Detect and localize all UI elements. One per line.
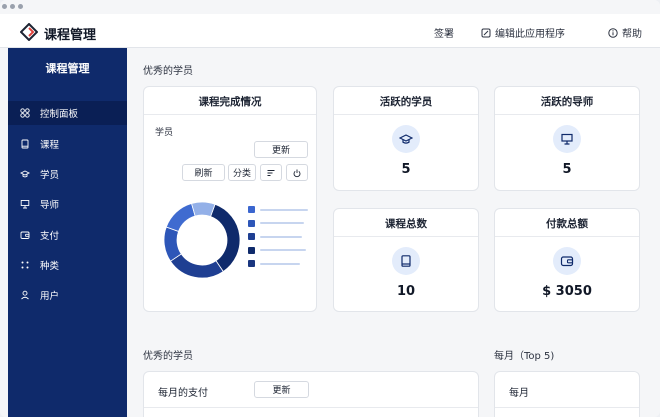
legend-line — [260, 235, 302, 238]
sidebar-item-label: 种类 — [40, 261, 60, 272]
sidebar-title: 课程管理 — [45, 62, 90, 75]
completion-donut-chart — [163, 201, 241, 279]
sidebar: 课程管理 控制面板 课程 学员 导师 支付 种类 用户 — [8, 48, 127, 417]
book-icon — [21, 139, 29, 149]
legend-line — [260, 208, 308, 211]
total-courses-value: 10 — [396, 284, 416, 299]
app-window: 课程管理 签署 编辑此应用程序 帮助 课程管理 控制面板 课程 学员 导师 支付… — [0, 0, 660, 417]
active-students-title: 活跃的学员 — [379, 96, 433, 108]
window-dot-icon[interactable] — [18, 4, 23, 9]
total-payment-title: 付款总额 — [546, 218, 588, 230]
student-stat-icon — [392, 125, 420, 153]
category-dots-icon — [21, 261, 29, 269]
help-label: 帮助 — [622, 29, 642, 40]
user-icon — [21, 290, 29, 300]
donut-slice — [169, 253, 224, 279]
refresh-button[interactable]: 刷新 — [182, 164, 225, 181]
window-dot-icon[interactable] — [2, 4, 7, 9]
wallet-icon — [20, 231, 30, 239]
card-divider — [495, 114, 639, 115]
edit-app-label: 编辑此应用程序 — [495, 29, 565, 40]
legend-swatch — [248, 260, 255, 267]
legend-line — [260, 262, 300, 265]
active-mentors-value: 5 — [562, 162, 572, 177]
sidebar-item-label: 用户 — [40, 291, 60, 302]
total-payment-card: 付款总额 $ 3050 — [494, 208, 640, 312]
sidebar-item-mentors[interactable]: 导师 — [8, 192, 127, 216]
sidebar-item-label: 控制面板 — [40, 109, 79, 120]
card-divider — [495, 407, 639, 408]
total-payment-value: $ 3050 — [542, 284, 592, 299]
active-mentors-card: 活跃的导师 5 — [494, 86, 640, 191]
monthly-card: 每月 — [494, 371, 640, 417]
active-students-value: 5 — [401, 162, 411, 177]
edit-app-link[interactable]: 编辑此应用程序 — [481, 25, 565, 40]
legend-swatch — [248, 233, 255, 240]
app-logo-icon — [20, 23, 38, 41]
section-title-monthly-top5: 每月（Top 5) — [494, 351, 555, 362]
monthly-payment-card: 每月的支付 更新 — [143, 371, 479, 417]
sidebar-item-users[interactable]: 用户 — [8, 283, 127, 307]
donut-slice — [165, 202, 196, 232]
sidebar-item-label: 学员 — [40, 170, 60, 181]
course-stat-icon — [392, 247, 420, 275]
legend-line — [260, 249, 306, 251]
active-students-card: 活跃的学员 5 — [333, 86, 479, 191]
power-button[interactable] — [286, 164, 308, 181]
sign-label: 签署 — [434, 29, 454, 40]
presentation-board-icon — [20, 200, 30, 209]
total-courses-title: 课程总数 — [385, 218, 427, 230]
legend-line — [260, 222, 304, 224]
sidebar-item-categories[interactable]: 种类 — [8, 253, 127, 277]
info-icon — [608, 27, 618, 38]
sidebar-item-dashboard[interactable]: 控制面板 — [8, 101, 127, 125]
book-icon — [401, 255, 411, 267]
sidebar-item-students[interactable]: 学员 — [8, 162, 127, 186]
legend-swatch — [248, 206, 255, 213]
sidebar-item-payments[interactable]: 支付 — [8, 223, 127, 247]
active-mentors-title: 活跃的导师 — [540, 96, 594, 108]
graduation-cap-icon — [20, 170, 30, 178]
presentation-board-icon — [561, 133, 573, 145]
sidebar-item-label: 导师 — [40, 200, 60, 211]
top-bar: 课程管理 签署 编辑此应用程序 帮助 — [0, 14, 660, 48]
mentor-stat-icon — [553, 125, 581, 153]
help-link[interactable]: 帮助 — [608, 25, 642, 40]
sort-icon — [267, 169, 275, 176]
course-completion-card: 课程完成情况 学员 更新 刷新 分类 — [143, 86, 317, 312]
monthly-title: 每月 — [509, 388, 529, 399]
sign-link[interactable]: 签署 — [434, 25, 454, 40]
monthly-update-button[interactable]: 更新 — [254, 381, 309, 398]
edit-icon — [481, 28, 491, 37]
update-button[interactable]: 更新 — [254, 141, 308, 158]
sort-button[interactable] — [260, 164, 282, 181]
donut-slice — [191, 201, 216, 218]
legend-swatch — [248, 246, 255, 254]
sidebar-item-label: 课程 — [40, 140, 60, 151]
course-completion-title: 课程完成情况 — [198, 96, 262, 108]
total-courses-card: 课程总数 10 — [333, 208, 479, 312]
card-divider — [144, 407, 478, 408]
card-divider — [334, 114, 478, 115]
payment-stat-icon — [553, 247, 581, 275]
sidebar-item-courses[interactable]: 课程 — [8, 132, 127, 156]
graduation-cap-icon — [399, 134, 413, 144]
window-dot-icon[interactable] — [10, 4, 15, 9]
category-button[interactable]: 分类 — [228, 164, 256, 181]
section-title-top-students: 优秀的学员 — [143, 66, 193, 77]
card-divider — [334, 236, 478, 237]
card-divider — [495, 236, 639, 237]
completion-subtitle: 学员 — [155, 128, 174, 138]
donut-slice — [163, 226, 182, 262]
monthly-payment-title: 每月的支付 — [158, 388, 208, 399]
legend-swatch — [248, 219, 255, 227]
card-divider — [144, 114, 316, 115]
app-title: 课程管理 — [44, 28, 97, 43]
power-icon — [293, 169, 301, 177]
window-titlebar — [0, 0, 660, 14]
section-title-top-students-2: 优秀的学员 — [143, 351, 193, 362]
wallet-icon — [560, 256, 574, 267]
dashboard-icon — [20, 108, 30, 118]
sidebar-item-label: 支付 — [40, 231, 60, 242]
